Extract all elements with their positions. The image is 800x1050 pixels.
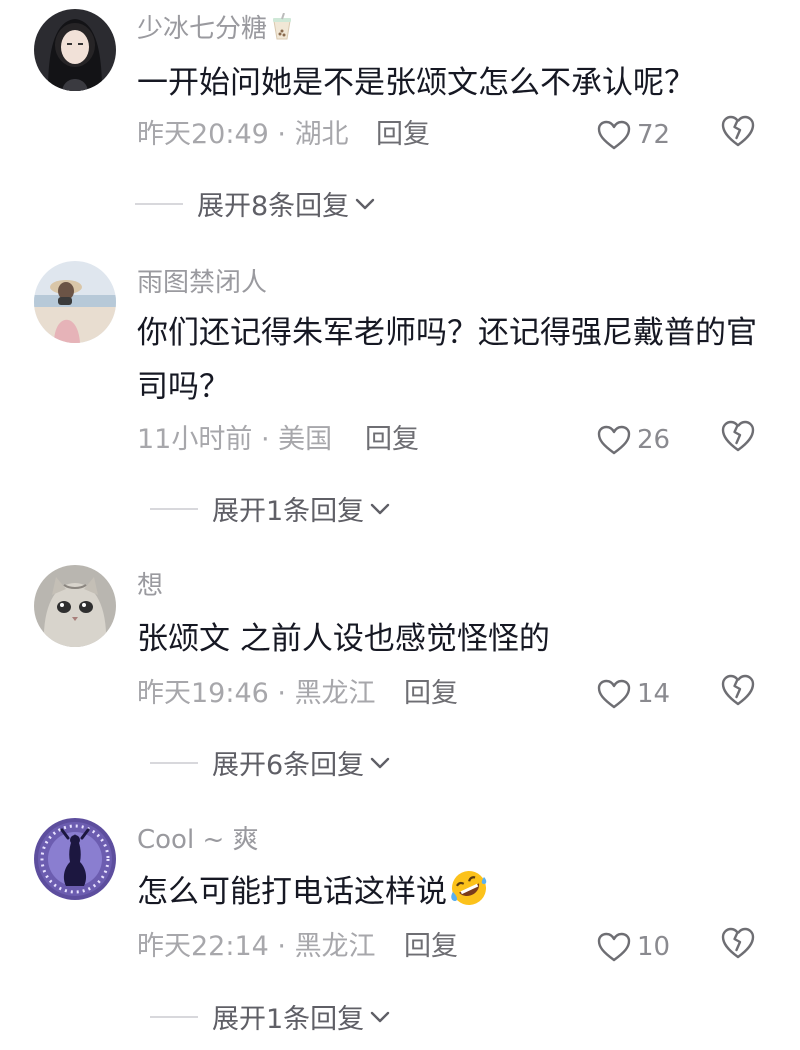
expand-replies-label: 展开8条回复: [197, 191, 350, 222]
avatar[interactable]: [34, 9, 116, 91]
comment-time: 昨天22:14: [137, 931, 269, 962]
like-count: 14: [637, 679, 671, 709]
comment-time: 昨天19:46: [137, 678, 269, 709]
comment-text: 张颂文 之前人设也感觉怪怪的: [137, 621, 550, 657]
expand-replies-button[interactable]: 展开1条回复: [150, 997, 390, 1036]
broken-heart-icon: [721, 927, 755, 959]
comment-time: 11小时前: [137, 424, 253, 455]
dislike-button[interactable]: [720, 673, 760, 713]
comment-location: 湖北: [294, 119, 349, 150]
username-text[interactable]: 少冰七分糖: [137, 14, 267, 44]
username[interactable]: 想: [137, 569, 163, 603]
avatar[interactable]: [34, 818, 116, 900]
comment-meta: 昨天22:14 · 黑龙江: [137, 929, 376, 965]
chevron-down-icon: [355, 198, 375, 209]
expand-replies-label: 展开6条回复: [212, 750, 365, 781]
expand-replies-button[interactable]: 展开8条回复: [135, 184, 375, 223]
reply-button[interactable]: 回复: [404, 676, 458, 712]
broken-heart-icon: [721, 420, 755, 452]
like-button[interactable]: 14: [597, 674, 670, 714]
username[interactable]: 少冰七分糖: [137, 12, 293, 50]
divider: [135, 202, 183, 205]
like-button[interactable]: 26: [597, 420, 670, 460]
comment-location: 美国: [278, 424, 333, 455]
divider: [150, 507, 198, 510]
expand-replies-button[interactable]: 展开1条回复: [150, 489, 390, 528]
avatar[interactable]: [34, 565, 116, 647]
broken-heart-icon: [721, 674, 755, 706]
meta-separator: ·: [252, 424, 279, 455]
username[interactable]: 雨图禁闭人: [137, 266, 267, 300]
expand-replies-button[interactable]: 展开6条回复: [150, 743, 390, 782]
like-button[interactable]: 72: [597, 115, 670, 155]
comment-meta: 昨天20:49 · 湖北: [137, 117, 349, 153]
comment-meta: 11小时前 · 美国: [137, 422, 332, 458]
dislike-button[interactable]: [720, 926, 760, 966]
username[interactable]: Cool ~ 爽: [137, 823, 259, 857]
like-button[interactable]: 10: [597, 927, 670, 967]
comment-location: 黑龙江: [294, 678, 376, 709]
dislike-button[interactable]: [720, 419, 760, 459]
rolling-on-floor-laughing-emoji: [449, 868, 489, 925]
comment-location: 黑龙江: [294, 931, 376, 962]
comment-text: 一开始问她是不是张颂文怎么不承认呢？: [137, 65, 695, 101]
comment-meta: 昨天19:46 · 黑龙江: [137, 676, 376, 712]
avatar[interactable]: [34, 261, 116, 343]
reply-button[interactable]: 回复: [376, 117, 430, 153]
heart-icon: [597, 932, 631, 962]
reply-button[interactable]: 回复: [365, 422, 419, 458]
dislike-button[interactable]: [720, 114, 760, 154]
heart-icon: [597, 120, 631, 150]
heart-icon: [597, 425, 631, 455]
comment-time: 昨天20:49: [137, 119, 269, 150]
like-count: 26: [637, 425, 671, 455]
comment-text-content: 怎么可能打电话这样说: [137, 874, 447, 910]
chevron-down-icon: [370, 757, 390, 768]
meta-separator: ·: [268, 931, 295, 962]
broken-heart-icon: [721, 115, 755, 147]
divider: [150, 761, 198, 764]
chevron-down-icon: [370, 503, 390, 514]
expand-replies-label: 展开1条回复: [212, 1004, 365, 1035]
expand-replies-label: 展开1条回复: [212, 496, 365, 527]
like-count: 10: [637, 932, 671, 962]
meta-separator: ·: [268, 678, 295, 709]
comment-text: 怎么可能打电话这样说: [137, 865, 757, 925]
divider: [150, 1015, 198, 1018]
comment-text: 你们还记得朱军老师吗？还记得强尼戴普的官司吗？: [137, 315, 757, 405]
bubble-tea-icon: [271, 12, 293, 50]
chevron-down-icon: [370, 1011, 390, 1022]
like-count: 72: [637, 120, 671, 150]
reply-button[interactable]: 回复: [404, 929, 458, 965]
meta-separator: ·: [268, 119, 295, 150]
heart-icon: [597, 679, 631, 709]
